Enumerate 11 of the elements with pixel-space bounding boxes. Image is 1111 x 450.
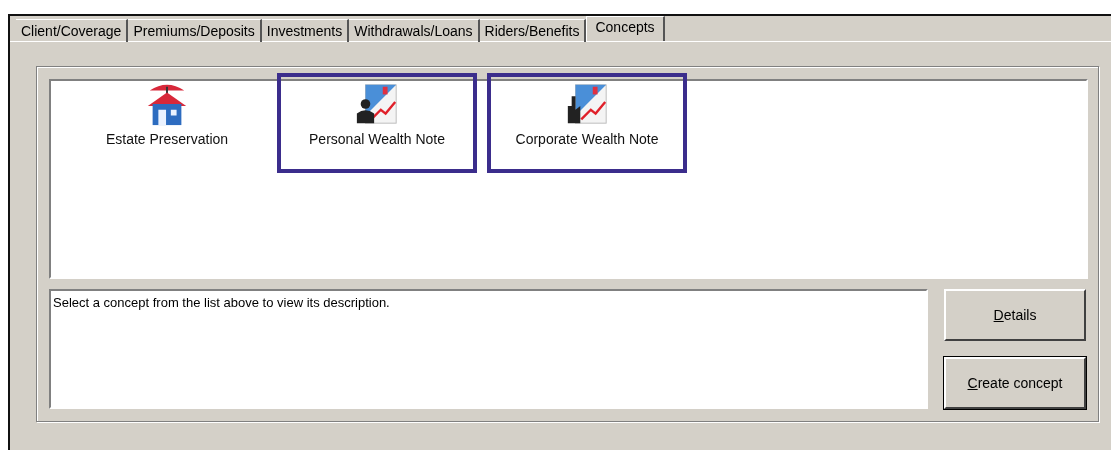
description-text: Select a concept from the list above to view its description. <box>53 295 390 310</box>
concept-item[interactable]: Corporate Wealth Note <box>487 73 687 173</box>
tab[interactable]: Concepts <box>586 16 665 41</box>
action-button[interactable]: Create concept <box>944 357 1086 409</box>
tab[interactable]: Premiums/Deposits <box>128 19 262 42</box>
concept-item[interactable]: Estate Preservation <box>67 73 267 173</box>
tab[interactable]: Investments <box>261 19 350 42</box>
tab[interactable]: Client/Coverage <box>16 19 129 42</box>
concept-item[interactable]: Personal Wealth Note <box>277 73 477 173</box>
tab[interactable]: Withdrawals/Loans <box>349 19 480 42</box>
action-button[interactable]: Details <box>944 289 1086 341</box>
